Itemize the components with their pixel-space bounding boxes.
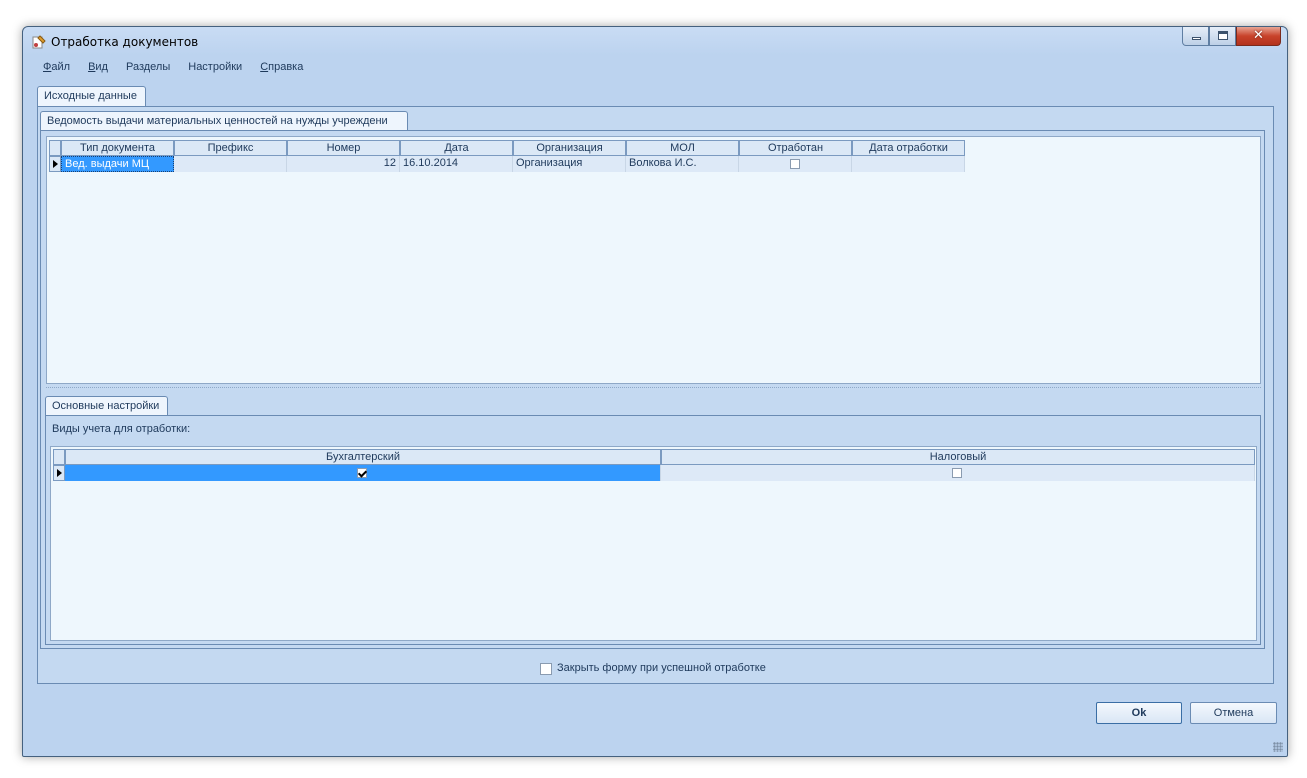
grid-header-corner (49, 140, 61, 156)
col-header-processed[interactable]: Отработан (739, 140, 852, 156)
cell-tax[interactable] (661, 465, 1255, 481)
cell-accounting[interactable] (65, 465, 661, 481)
resize-grip-icon[interactable] (1273, 742, 1283, 752)
window-title: Отработка документов (51, 35, 199, 49)
document-grid[interactable]: Тип документа Префикс Номер Дата Организ… (46, 136, 1261, 384)
menu-sections[interactable]: Разделы (126, 61, 170, 77)
minimize-button[interactable] (1182, 27, 1209, 46)
cell-mol[interactable]: Волкова И.С. (626, 156, 739, 172)
splitter[interactable] (46, 387, 1261, 390)
col-header-date[interactable]: Дата (400, 140, 513, 156)
tab-source-data-label: Исходные данные (44, 90, 137, 102)
app-icon (32, 35, 46, 49)
maximize-icon (1218, 31, 1228, 40)
col-header-doc-type[interactable]: Тип документа (61, 140, 174, 156)
settings-row-indicator[interactable] (53, 465, 65, 481)
cell-date[interactable]: 16.10.2014 (400, 156, 513, 172)
col-header-processed-date[interactable]: Дата отработки (852, 140, 965, 156)
cell-organization[interactable]: Организация (513, 156, 626, 172)
close-button[interactable]: ✕ (1236, 27, 1281, 46)
title-bar[interactable]: Отработка документов ✕ (23, 27, 1287, 55)
processed-checkbox[interactable] (790, 159, 800, 169)
col-header-organization[interactable]: Организация (513, 140, 626, 156)
window-controls: ✕ (1182, 27, 1281, 46)
menu-bar: Файл Вид Разделы Настройки Справка (43, 61, 321, 77)
settings-current-row-arrow-icon (57, 469, 62, 477)
close-icon: ✕ (1253, 28, 1264, 43)
col-header-accounting[interactable]: Бухгалтерский (65, 449, 661, 465)
cell-number[interactable]: 12 (287, 156, 400, 172)
current-row-arrow-icon (53, 160, 58, 168)
menu-view[interactable]: Вид (88, 61, 108, 77)
close-on-success-label: Закрыть форму при успешной отработке (557, 662, 766, 674)
tab-main-settings-label: Основные настройки (52, 400, 160, 412)
cell-processed-date[interactable] (852, 156, 965, 172)
tab-source-data[interactable]: Исходные данные (37, 86, 146, 107)
tab-main-settings[interactable]: Основные настройки (45, 396, 168, 416)
ok-button[interactable]: Ok (1096, 702, 1182, 724)
cancel-button[interactable]: Отмена (1190, 702, 1277, 724)
tax-checkbox[interactable] (952, 468, 962, 478)
tab-document[interactable]: Ведомость выдачи материальных ценностей … (40, 111, 408, 131)
row-indicator[interactable] (49, 156, 61, 172)
menu-settings[interactable]: Настройки (188, 61, 242, 77)
cell-processed[interactable] (739, 156, 852, 172)
menu-file[interactable]: Файл (43, 61, 70, 77)
cell-prefix[interactable] (174, 156, 287, 172)
settings-grid-header-corner (53, 449, 65, 465)
col-header-mol[interactable]: МОЛ (626, 140, 739, 156)
col-header-prefix[interactable]: Префикс (174, 140, 287, 156)
col-header-number[interactable]: Номер (287, 140, 400, 156)
maximize-button[interactable] (1209, 27, 1236, 46)
accounting-checkbox[interactable] (357, 468, 367, 478)
menu-help[interactable]: Справка (260, 61, 303, 77)
col-header-tax[interactable]: Налоговый (661, 449, 1255, 465)
minimize-icon (1192, 37, 1201, 40)
close-on-success-checkbox[interactable] (540, 663, 552, 675)
main-window: Отработка документов ✕ Файл Вид Разделы … (22, 26, 1288, 757)
tab-document-label: Ведомость выдачи материальных ценностей … (47, 115, 388, 127)
accounting-types-grid[interactable]: Бухгалтерский Налоговый (50, 446, 1257, 641)
cell-doc-type[interactable]: Вед. выдачи МЦ (61, 156, 174, 172)
accounting-types-label: Виды учета для отработки: (52, 423, 191, 435)
